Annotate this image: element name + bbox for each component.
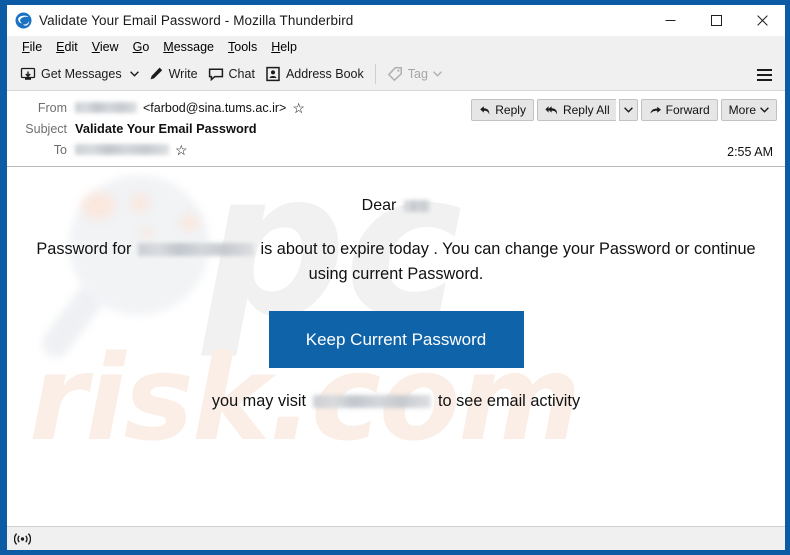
more-label: More bbox=[728, 103, 756, 117]
address-book-icon bbox=[265, 66, 281, 82]
menu-file[interactable]: File bbox=[15, 38, 49, 56]
header-row-to: To ☆ bbox=[7, 139, 785, 160]
greeting-line: Dear bbox=[7, 197, 785, 215]
menu-view-rest: iew bbox=[99, 39, 119, 54]
thunderbird-icon bbox=[15, 12, 32, 29]
menu-help[interactable]: Help bbox=[264, 38, 304, 56]
menu-bar: File Edit View Go Message Tools Help bbox=[7, 36, 785, 58]
tag-chevron-down-icon[interactable] bbox=[433, 71, 442, 77]
chat-bubble-icon bbox=[208, 66, 224, 82]
menu-view[interactable]: View bbox=[85, 38, 126, 56]
to-value[interactable]: ☆ bbox=[75, 143, 188, 157]
cta-container: Keep Current Password bbox=[7, 311, 785, 368]
footer-link-redacted bbox=[313, 395, 432, 408]
reply-all-arrow-icon bbox=[545, 105, 558, 115]
pencil-icon bbox=[148, 66, 164, 82]
app-menu-button[interactable] bbox=[751, 62, 777, 87]
get-messages-label: Get Messages bbox=[41, 67, 122, 81]
star-icon-to[interactable]: ☆ bbox=[175, 143, 188, 157]
chat-label: Chat bbox=[228, 67, 255, 81]
keep-current-password-button[interactable]: Keep Current Password bbox=[268, 311, 524, 368]
menu-tools[interactable]: Tools bbox=[221, 38, 264, 56]
from-label: From bbox=[37, 100, 67, 115]
hamburger-bar-1 bbox=[756, 68, 772, 71]
paragraph-prefix: Password for bbox=[36, 240, 132, 258]
maximize-button[interactable] bbox=[693, 5, 739, 36]
tag-button[interactable]: Tag bbox=[382, 61, 447, 87]
reply-label: Reply bbox=[495, 103, 526, 117]
title-bar: Validate Your Email Password - Mozilla T… bbox=[7, 5, 785, 36]
get-messages-button[interactable]: Get Messages bbox=[15, 61, 127, 87]
subject-label: Subject bbox=[25, 121, 67, 136]
address-book-button[interactable]: Address Book bbox=[260, 61, 369, 87]
footer-line: you may visit to see email activity bbox=[7, 392, 785, 411]
chevron-down-icon bbox=[623, 107, 633, 113]
greeting-prefix: Dear bbox=[361, 197, 397, 214]
paragraph-suffix: is about to expire today . You can chang… bbox=[260, 240, 756, 283]
header-row-subject: Subject Validate Your Email Password 2:5… bbox=[7, 118, 785, 159]
broadcast-icon[interactable] bbox=[14, 532, 31, 546]
menu-message-rest: essage bbox=[173, 39, 215, 54]
paragraph-email-redacted bbox=[137, 243, 254, 257]
from-name-redacted bbox=[75, 102, 137, 113]
chat-button[interactable]: Chat bbox=[203, 61, 260, 87]
write-label: Write bbox=[168, 67, 198, 81]
from-address: <farbod@sina.tums.ac.ir> bbox=[143, 100, 287, 115]
window-controls bbox=[647, 5, 785, 36]
reply-arrow-icon bbox=[480, 105, 490, 115]
hamburger-bar-3 bbox=[756, 78, 772, 81]
tag-icon bbox=[387, 66, 403, 82]
from-value[interactable]: <farbod@sina.tums.ac.ir> ☆ bbox=[75, 101, 305, 115]
minimize-button[interactable] bbox=[647, 5, 693, 36]
toolbar-separator bbox=[374, 64, 376, 84]
menu-go-rest: o bbox=[142, 39, 150, 54]
reply-all-label: Reply All bbox=[562, 103, 610, 117]
get-messages-icon bbox=[20, 66, 36, 82]
menu-edit-rest: dit bbox=[64, 39, 78, 54]
greeting-name-redacted bbox=[404, 200, 431, 212]
menu-file-rest: ile bbox=[29, 39, 43, 54]
message-body: pc risk.com Dear Password for is about t… bbox=[7, 167, 785, 526]
close-button[interactable] bbox=[739, 5, 785, 36]
tag-label: Tag bbox=[407, 67, 428, 81]
to-recipient-redacted bbox=[75, 144, 169, 155]
footer-suffix: to see email activity bbox=[438, 392, 581, 410]
get-messages-dropdown[interactable] bbox=[127, 61, 143, 87]
menu-edit[interactable]: Edit bbox=[49, 38, 85, 56]
to-label: To bbox=[53, 142, 67, 157]
menu-tools-rest: ools bbox=[234, 39, 258, 54]
footer-prefix: you may visit bbox=[211, 392, 307, 410]
star-icon-from[interactable]: ☆ bbox=[292, 101, 305, 115]
write-button[interactable]: Write bbox=[143, 61, 203, 87]
menu-help-rest: elp bbox=[280, 39, 297, 54]
menu-go[interactable]: Go bbox=[126, 38, 157, 56]
message-header: From <farbod@sina.tums.ac.ir> ☆ Reply Re… bbox=[7, 91, 785, 167]
subject-value: Validate Your Email Password bbox=[75, 121, 257, 136]
forward-label: Forward bbox=[665, 103, 710, 117]
forward-arrow-icon bbox=[650, 106, 661, 114]
email-content: Dear Password for is about to expire tod… bbox=[7, 167, 785, 411]
window-client-area: Validate Your Email Password - Mozilla T… bbox=[7, 5, 785, 550]
chevron-down-icon bbox=[760, 107, 769, 113]
header-row-from: From <farbod@sina.tums.ac.ir> ☆ Reply Re… bbox=[7, 97, 785, 121]
status-bar bbox=[7, 526, 785, 550]
address-book-label: Address Book bbox=[285, 67, 364, 81]
expiry-paragraph: Password for is about to expire today . … bbox=[34, 237, 758, 287]
thunderbird-window: Validate Your Email Password - Mozilla T… bbox=[0, 0, 790, 555]
hamburger-bar-2 bbox=[756, 73, 772, 76]
menu-message[interactable]: Message bbox=[156, 38, 221, 56]
window-title: Validate Your Email Password - Mozilla T… bbox=[39, 13, 354, 28]
main-toolbar: Get Messages Write Chat Address Book Tag bbox=[7, 58, 785, 91]
